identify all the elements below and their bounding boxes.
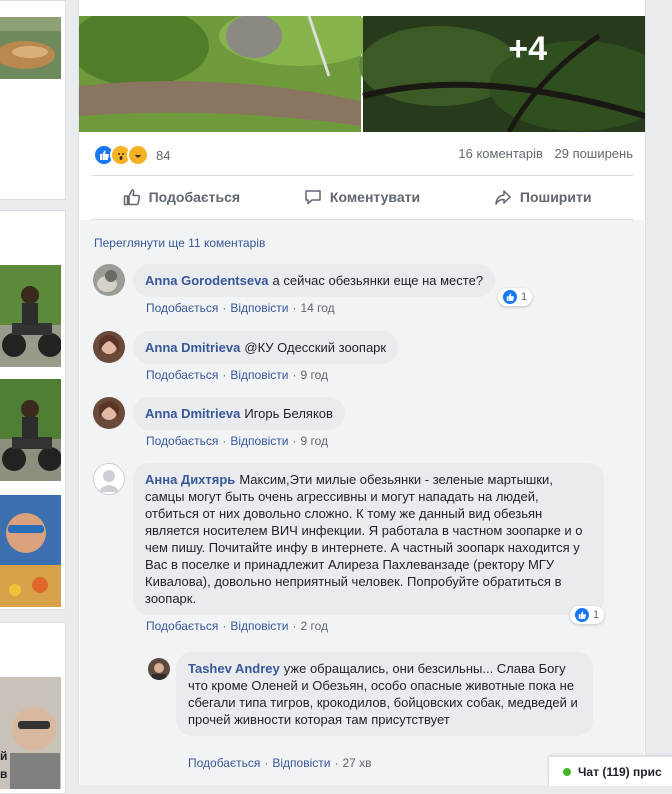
comment-bubble: Anna Dmitrieva @КУ Одесский зоопарк [133,331,399,364]
thumbnail-man-sunglasses[interactable] [0,495,61,607]
comment-text: а сейчас обезьянки еще на месте? [272,273,484,288]
separator-dot: · [222,619,227,633]
comment-time[interactable]: 9 год [300,434,328,448]
thumbs-up-icon [123,189,140,206]
cropped-name-text-2: в [0,767,8,781]
thumbnail-elderly-man[interactable] [0,677,61,789]
default-avatar[interactable] [93,463,125,495]
photo-monkey-branch[interactable] [69,6,669,134]
comment-reply-link[interactable]: Відповісти [230,368,288,382]
online-status-dot [563,767,571,776]
like-button-label: Подобається [148,189,241,205]
comment-author[interactable]: Анна Дихтярь [145,472,235,487]
separator-dot: · [292,434,297,448]
share-arrow-icon [495,190,511,205]
like-reaction-icon [575,608,589,622]
post-card: +4 84 16 коментарів 29 поширень Подобаєт… [69,0,669,785]
separator-dot: · [222,434,227,448]
separator-dot: · [292,619,297,633]
comment-time[interactable]: 14 год [300,301,334,315]
reply-like-link[interactable]: Подобається [188,756,260,770]
cropped-name-text-1: й [0,749,8,763]
separator-dot: · [264,756,269,770]
comment-reply-link[interactable]: Відповісти [230,434,288,448]
reply-author[interactable]: Tashev Andrey [188,661,280,676]
more-photos-count[interactable]: +4 [508,30,547,69]
avatar[interactable] [148,658,170,680]
post-stats: 16 коментарів 29 поширень [450,146,633,161]
comment-like-link[interactable]: Подобається [146,434,218,448]
view-more-comments-link[interactable]: Переглянути ще 11 коментарів [94,236,265,250]
shares-count-link[interactable]: 29 поширень [555,146,633,161]
comment-bubble: Анна Дихтярь Максим,Эти милые обезьянки -… [133,463,604,615]
comment-text: Максим,Эти милые обезьянки - зеленые мар… [145,472,583,606]
thumbnail-motorcycle-1[interactable] [0,265,61,367]
comment-likes-pill[interactable]: 1 [570,606,605,624]
comment-like-link[interactable]: Подобається [146,619,218,633]
separator-dot: · [222,368,227,382]
divider [91,175,633,176]
chat-bar[interactable]: Чат (119) прис [548,756,672,786]
comment-likes-count: 1 [521,291,528,303]
comment-time[interactable]: 2 год [300,619,328,633]
like-button[interactable]: Подобається [91,178,272,216]
reply-time[interactable]: 27 хв [342,756,371,770]
comment-likes-pill[interactable]: 1 [498,288,533,306]
separator-dot: · [292,301,297,315]
reactions-count: 84 [156,147,171,163]
reactions-summary[interactable]: 84 [93,144,170,166]
reply-reply-link[interactable]: Відповісти [272,756,330,770]
left-card-1 [0,0,66,200]
thumbnail-motorcycle-2[interactable] [0,379,61,481]
reply-bubble: Tashev Andrey уже обращались, они безсиль… [176,652,593,736]
left-card-2 [0,210,66,610]
comment-author[interactable]: Anna Dmitrieva [145,406,240,421]
comment-actions: Подобається · Відповісти · 14 год [146,301,335,315]
comment-text: Игорь Беляков [244,406,333,421]
comment-actions: Подобається · Відповісти · 2 год [146,619,328,633]
reply-actions: Подобається · Відповісти · 27 хв [188,756,372,770]
comment-bubble-icon [305,190,321,205]
avatar[interactable] [93,264,125,296]
comment-text: @КУ Одесский зоопарк [244,340,387,355]
comment-bubble: Anna Gorodentseva а сейчас обезьянки еще … [133,264,496,297]
post-actions: Подобається Коментувати Поширити [91,178,633,216]
share-button[interactable]: Поширити [452,178,633,216]
comment-author[interactable]: Anna Gorodentseva [145,273,269,288]
haha-reaction-icon [127,144,149,166]
comment-like-link[interactable]: Подобається [146,301,218,315]
separator-dot: · [222,301,227,315]
comment-reply-link[interactable]: Відповісти [230,619,288,633]
separator-dot: · [292,368,297,382]
thumbnail-fish[interactable] [0,17,61,79]
avatar[interactable] [93,397,125,429]
comment-button-label: Коментувати [329,189,421,205]
comment-actions: Подобається · Відповісти · 9 год [146,368,328,382]
comment-reply-link[interactable]: Відповісти [230,301,288,315]
post-photo-grid[interactable]: +4 [69,6,669,134]
comment-like-link[interactable]: Подобається [146,368,218,382]
comment-button[interactable]: Коментувати [272,178,453,216]
comment-bubble: Anna Dmitrieva Игорь Беляков [133,397,345,430]
comment-actions: Подобається · Відповісти · 9 год [146,434,328,448]
avatar[interactable] [93,331,125,363]
left-card-3: й в [0,622,66,794]
separator-dot: · [334,756,339,770]
comment-time[interactable]: 9 год [300,368,328,382]
like-reaction-icon [503,290,517,304]
share-button-label: Поширити [519,189,592,205]
chat-label: Чат (119) прис [578,764,662,779]
comments-section: Переглянути ще 11 коментарів Anna Gorode… [80,220,644,785]
comment-author[interactable]: Anna Dmitrieva [145,340,240,355]
comment-likes-count: 1 [593,609,600,621]
comments-count-link[interactable]: 16 коментарів [458,146,543,161]
